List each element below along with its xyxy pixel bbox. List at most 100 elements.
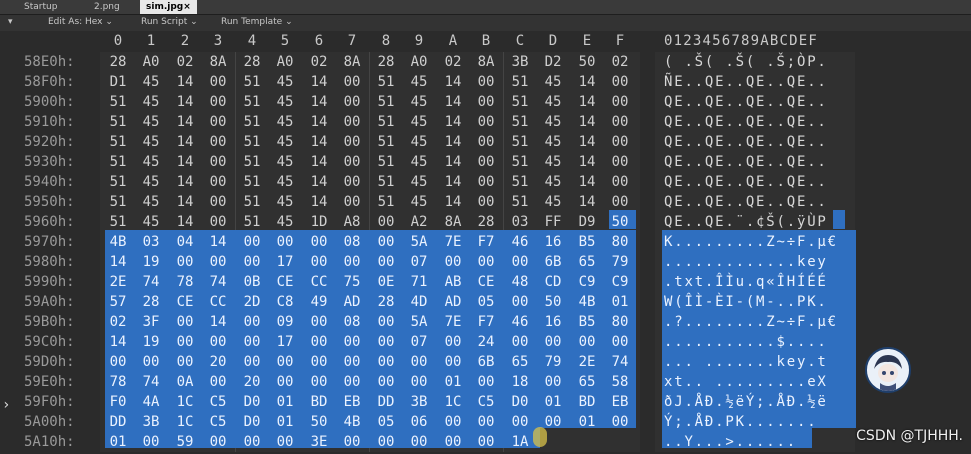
hex-byte[interactable]: F0: [104, 392, 132, 412]
hex-byte[interactable]: D0: [238, 392, 266, 412]
hex-byte[interactable]: 17: [271, 332, 299, 352]
hex-byte[interactable]: 7E: [439, 232, 467, 252]
hex-byte[interactable]: 00: [305, 332, 333, 352]
hex-byte[interactable]: 45: [137, 72, 165, 92]
hex-byte[interactable]: C9: [606, 272, 634, 292]
hex-byte[interactable]: 00: [439, 352, 467, 372]
hex-byte[interactable]: 00: [204, 192, 232, 212]
hex-byte[interactable]: 00: [372, 212, 400, 232]
hex-byte[interactable]: 00: [506, 292, 534, 312]
hex-byte[interactable]: 01: [271, 392, 299, 412]
hex-byte[interactable]: 14: [573, 192, 601, 212]
hex-byte[interactable]: 00: [238, 252, 266, 272]
hex-byte[interactable]: 6B: [539, 252, 567, 272]
hex-byte[interactable]: 00: [439, 412, 467, 432]
table-row[interactable]: 59E0h: 78 74 0A 00 20 00 00 00 00 00 01 00 18 00 65 58 xt…: [0, 372, 971, 392]
hex-byte[interactable]: 09: [271, 312, 299, 332]
hex-byte[interactable]: 28: [372, 292, 400, 312]
hex-byte[interactable]: 14: [573, 112, 601, 132]
hex-byte[interactable]: 14: [573, 132, 601, 152]
hex-byte[interactable]: 19: [137, 332, 165, 352]
table-row[interactable]: 59B0h: 02 3F 00 14 00 09 00 08 00 5A 7E F7 46 16 B5 80.?…: [0, 312, 971, 332]
hex-byte[interactable]: 00: [372, 312, 400, 332]
hex-byte[interactable]: 01: [104, 432, 132, 452]
hex-byte[interactable]: 00: [338, 332, 366, 352]
hex-byte[interactable]: 14: [439, 132, 467, 152]
hex-byte[interactable]: 75: [338, 272, 366, 292]
hex-byte[interactable]: 00: [506, 332, 534, 352]
hex-byte[interactable]: F7: [472, 312, 500, 332]
hex-byte[interactable]: 45: [405, 72, 433, 92]
hex-byte[interactable]: 00: [372, 372, 400, 392]
hex-byte[interactable]: 14: [573, 72, 601, 92]
hex-byte[interactable]: 00: [606, 132, 634, 152]
hex-byte[interactable]: 45: [405, 112, 433, 132]
hex-byte[interactable]: 08: [338, 312, 366, 332]
hex-byte[interactable]: 14: [573, 152, 601, 172]
hex-byte[interactable]: 00: [204, 332, 232, 352]
hex-byte[interactable]: 28: [238, 52, 266, 72]
ascii-text[interactable]: QE..QE..QE..QE..: [664, 172, 828, 192]
pin-icon[interactable]: ▾: [8, 17, 13, 27]
ascii-text[interactable]: Ý;.ÅÐ.PK.......: [664, 412, 817, 432]
hex-byte[interactable]: 7E: [439, 312, 467, 332]
hex-byte[interactable]: 00: [238, 352, 266, 372]
hex-byte[interactable]: C5: [472, 392, 500, 412]
hex-byte[interactable]: 4B: [573, 292, 601, 312]
hex-byte[interactable]: 51: [506, 172, 534, 192]
hex-byte[interactable]: 14: [439, 112, 467, 132]
hex-byte[interactable]: 00: [171, 352, 199, 372]
hex-byte[interactable]: 4A: [137, 392, 165, 412]
hex-byte[interactable]: 00: [506, 412, 534, 432]
hex-byte[interactable]: 50: [539, 292, 567, 312]
hex-byte[interactable]: 0A: [171, 372, 199, 392]
hex-byte[interactable]: AB: [439, 272, 467, 292]
hex-byte[interactable]: 45: [405, 192, 433, 212]
hex-byte[interactable]: 00: [405, 432, 433, 452]
hex-byte[interactable]: 01: [539, 392, 567, 412]
hex-byte[interactable]: 45: [137, 192, 165, 212]
hex-byte[interactable]: 00: [405, 372, 433, 392]
hex-byte[interactable]: 3B: [506, 52, 534, 72]
hex-byte[interactable]: 71: [405, 272, 433, 292]
hex-byte[interactable]: 5A: [405, 232, 433, 252]
hex-byte[interactable]: 5A: [405, 312, 433, 332]
hex-byte[interactable]: D1: [104, 72, 132, 92]
hex-byte[interactable]: 02: [305, 52, 333, 72]
hex-byte[interactable]: 2E: [573, 352, 601, 372]
hex-byte[interactable]: 00: [439, 252, 467, 272]
ascii-text[interactable]: ÑE..QE..QE..QE..: [664, 72, 828, 92]
hex-byte[interactable]: D9: [573, 212, 601, 232]
hex-byte[interactable]: 50: [606, 212, 634, 232]
ascii-text[interactable]: .............key: [664, 252, 828, 272]
table-row[interactable]: 5950h: 51 45 14 00 51 45 14 00 51 45 14 00 51 45 14 00 QE…: [0, 192, 971, 212]
hex-byte[interactable]: 00: [472, 252, 500, 272]
hex-byte[interactable]: 14: [204, 232, 232, 252]
close-icon[interactable]: ×: [183, 2, 191, 12]
ascii-text[interactable]: ( .Š( .Š( .Š;ÒP.: [664, 52, 828, 72]
hex-byte[interactable]: 00: [472, 132, 500, 152]
hex-byte[interactable]: 16: [539, 312, 567, 332]
hex-byte[interactable]: 45: [539, 192, 567, 212]
hex-byte[interactable]: 00: [472, 92, 500, 112]
tab-startup[interactable]: Startup: [18, 0, 63, 14]
hex-byte[interactable]: 45: [405, 152, 433, 172]
hex-byte[interactable]: CE: [472, 272, 500, 292]
hex-byte[interactable]: 14: [305, 172, 333, 192]
hex-byte[interactable]: 00: [305, 312, 333, 332]
hex-byte[interactable]: 18: [506, 372, 534, 392]
hex-byte[interactable]: 4B: [104, 232, 132, 252]
ascii-text[interactable]: ðJ.ÅÐ.½ëÝ;.ÅÐ.½ë: [664, 392, 828, 412]
hex-byte[interactable]: A0: [271, 52, 299, 72]
hex-byte[interactable]: 00: [204, 252, 232, 272]
table-row[interactable]: 5970h: 4B 03 04 14 00 00 00 08 00 5A 7E F7 46 16 B5 80 K.…: [0, 232, 971, 252]
table-row[interactable]: 59F0h: F0 4A 1C C5 D0 01 BD EB DD 3B 1C C5 D0 01 BD EB ðJ…: [0, 392, 971, 412]
hex-byte[interactable]: 45: [539, 92, 567, 112]
hex-byte[interactable]: 08: [338, 232, 366, 252]
hex-byte[interactable]: 45: [271, 152, 299, 172]
ascii-text[interactable]: ..Y...>......: [664, 432, 797, 452]
hex-byte[interactable]: BD: [573, 392, 601, 412]
ascii-text[interactable]: QE..QE..QE..QE..: [664, 192, 828, 212]
hex-byte[interactable]: 45: [271, 92, 299, 112]
hex-byte[interactable]: 46: [506, 312, 534, 332]
